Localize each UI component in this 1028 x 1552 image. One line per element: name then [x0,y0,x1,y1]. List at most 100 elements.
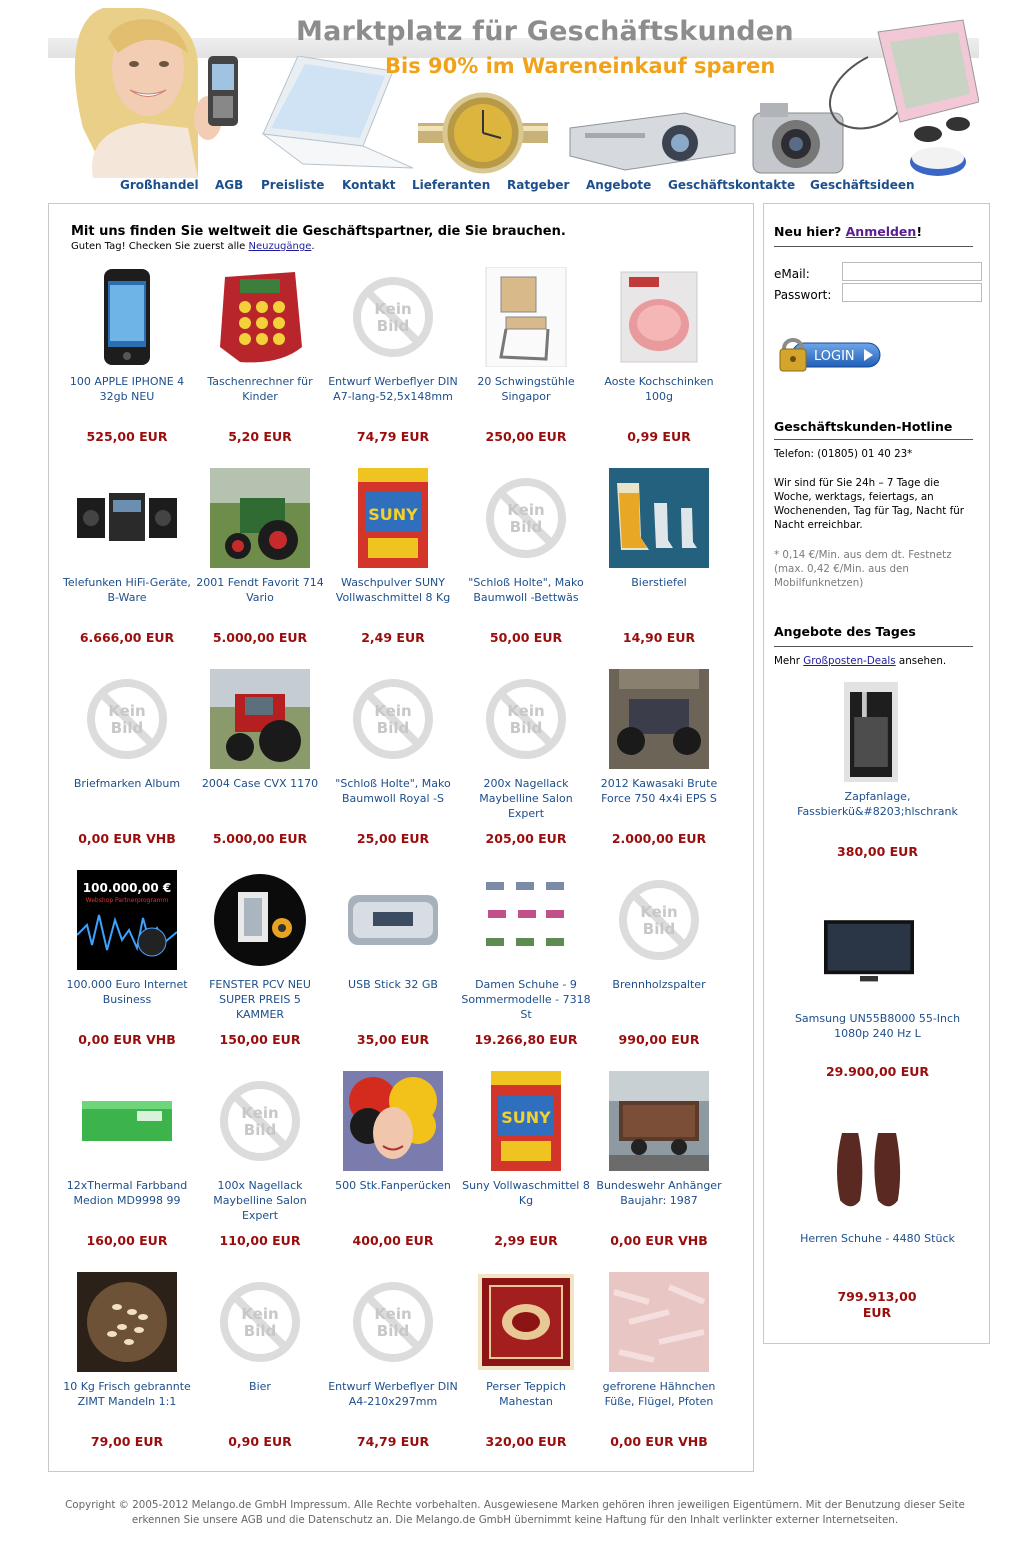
nav-link-agb[interactable]: AGB [215,178,243,192]
product-image[interactable] [77,468,177,568]
svg-text:Bild: Bild [377,1322,409,1340]
no-image-placeholder[interactable]: Kein Bild [210,1071,310,1171]
no-image-placeholder[interactable]: Kein Bild [343,669,443,769]
product-name-link[interactable]: 2001 Fendt Favorit 714 Vario [195,575,325,605]
product-price: 2,99 EUR [494,1233,558,1248]
nav-link-angebote[interactable]: Angebote [586,178,651,192]
product-name-link[interactable]: "Schloß Holte", Mako Baumwoll Royal -S [328,776,458,806]
product-name-link[interactable]: Suny Vollwaschmittel 8 Kg [461,1178,591,1208]
product-name-link[interactable]: gefrorene Hähnchen Füße, Flügel, Pfoten [594,1379,724,1409]
product-image[interactable] [210,870,310,970]
divider [774,646,973,647]
product-price: 25,00 EUR [356,831,430,846]
product-image[interactable] [609,1071,709,1171]
nav-link-geschaeftsideen[interactable]: Geschäftsideen [810,178,915,192]
no-image-placeholder[interactable]: Kein Bild [476,669,576,769]
new-arrivals-link[interactable]: Neuzugänge [249,241,312,252]
product-name-link[interactable]: 100 APPLE IPHONE 4 32gb NEU [62,374,192,404]
product-name-link[interactable]: Entwurf Werbeflyer DIN A7-lang-52,5x148m… [328,374,458,404]
deal-image[interactable] [824,1124,914,1214]
nav-link-preisliste[interactable]: Preisliste [261,178,324,192]
product-image[interactable] [476,1272,576,1372]
product-image[interactable] [77,1071,177,1171]
product-price: 150,00 EUR [219,1032,301,1047]
nav-link-geschaeftskontakte[interactable]: Geschäftskontakte [668,178,795,192]
bulk-deals-link[interactable]: Großposten-Deals [803,655,895,667]
product-name-link[interactable]: Bier [195,1379,325,1394]
product-image[interactable] [476,870,576,970]
product-image[interactable] [609,468,709,568]
deals-heading: Angebote des Tages [774,624,916,639]
product-price: 6.666,00 EUR [79,630,175,645]
product-image[interactable] [476,266,576,368]
product-name-link[interactable]: FENSTER PCV NEU SUPER PREIS 5 KAMMER [195,977,325,1022]
product-image[interactable] [77,1272,177,1372]
product-image[interactable]: 100.000,00 € Webshop Partnerprogramm [76,870,178,970]
product-image[interactable] [343,870,443,970]
product-image[interactable]: SUNY [343,468,443,568]
product-name-link[interactable]: Telefunken HiFi-Geräte, B-Ware [62,575,192,605]
nav-link-kontakt[interactable]: Kontakt [342,178,395,192]
product-name-link[interactable]: Bierstiefel [594,575,724,590]
product-name-link[interactable]: Briefmarken Album [62,776,192,791]
product-name-link[interactable]: "Schloß Holte", Mako Baumwoll -Bettwäs [461,575,591,605]
greeting-text: Guten Tag! Checken Sie zuerst alle Neuzu… [71,241,315,252]
product-image[interactable] [609,1272,709,1372]
product-name-link[interactable]: 10 Kg Frisch gebrannte ZIMT Mandeln 1:1 [62,1379,192,1409]
no-image-placeholder[interactable]: Kein Bild [609,870,709,970]
product-name-link[interactable]: 100.000 Euro Internet Business [62,977,192,1007]
greeting-suffix: . [311,241,315,252]
deal-image[interactable] [824,904,914,994]
login-button[interactable]: LOGIN [778,335,883,375]
product-name-link[interactable]: Bundeswehr Anhänger Baujahr: 1987 [594,1178,724,1208]
product-image[interactable] [609,267,709,367]
product-name-link[interactable]: Entwurf Werbeflyer DIN A4-210x297mm [328,1379,458,1409]
product-name-link[interactable]: USB Stick 32 GB [328,977,458,992]
register-heading: Neu hier? Anmelden! [774,224,922,239]
email-field[interactable] [842,262,982,281]
register-prefix: Neu hier? [774,224,846,239]
product-name-link[interactable]: 100x Nagellack Maybelline Salon Expert [195,1178,325,1223]
product-name-link[interactable]: 20 Schwingstühle Singapor [461,374,591,404]
svg-text:Kein: Kein [108,702,145,720]
product-name-link[interactable]: 200x Nagellack Maybelline Salon Expert [461,776,591,821]
nav-link-lieferanten[interactable]: Lieferanten [412,178,490,192]
product-name-link[interactable]: Waschpulver SUNY Vollwaschmittel 8 Kg [328,575,458,605]
product-image[interactable] [609,669,709,769]
product-name-link[interactable]: 12xThermal Farbband Medion MD9998 99 [62,1178,192,1208]
deal-name-link[interactable]: Samsung UN55B8000 55-Inch 1080p 240 Hz L [784,1011,971,1041]
product-price: 79,00 EUR [90,1434,164,1449]
register-suffix: ! [916,224,923,239]
product-price: 110,00 EUR [219,1233,301,1248]
product-image[interactable] [210,267,310,367]
register-link[interactable]: Anmelden [846,224,917,239]
nav-link-grosshandel[interactable]: Großhandel [120,178,199,192]
product-image[interactable] [77,267,177,367]
product-price: 5,20 EUR [228,429,292,444]
no-image-placeholder[interactable]: Kein Bild [343,267,443,367]
product-name-link[interactable]: 500 Stk.Fanperücken [328,1178,458,1193]
product-name-link[interactable]: 2012 Kawasaki Brute Force 750 4x4i EPS S [594,776,724,806]
nav-link-ratgeber[interactable]: Ratgeber [507,178,569,192]
product-name-link[interactable]: Damen Schuhe - 9 Sommermodelle - 7318 St [461,977,591,1022]
deal-name-link[interactable]: Zapfanlage, Fassbierkü&#8203;hlschrank [784,789,971,819]
no-image-placeholder[interactable]: Kein Bild [210,1272,310,1372]
deal-name-link[interactable]: Herren Schuhe - 4480 Stück [784,1231,971,1246]
product-name-link[interactable]: Aoste Kochschinken 100g [594,374,724,404]
product-name-link[interactable]: Perser Teppich Mahestan [461,1379,591,1409]
product-image[interactable] [210,669,310,769]
product-image[interactable]: SUNY [476,1071,576,1171]
product-name-link[interactable]: 2004 Case CVX 1170 [195,776,325,791]
svg-text:Kein: Kein [374,702,411,720]
no-image-placeholder[interactable]: Kein Bild [77,669,177,769]
password-field[interactable] [842,283,982,302]
watch-image [418,92,548,174]
main-navigation: Großhandel AGB Preisliste Kontakt Liefer… [0,177,1028,195]
deal-image[interactable] [841,682,901,782]
product-name-link[interactable]: Taschenrechner für Kinder [195,374,325,404]
no-image-placeholder[interactable]: Kein Bild [343,1272,443,1372]
product-name-link[interactable]: Brennholzspalter [594,977,724,992]
no-image-placeholder[interactable]: Kein Bild [476,468,576,568]
product-image[interactable] [343,1071,443,1171]
product-image[interactable] [210,468,310,568]
